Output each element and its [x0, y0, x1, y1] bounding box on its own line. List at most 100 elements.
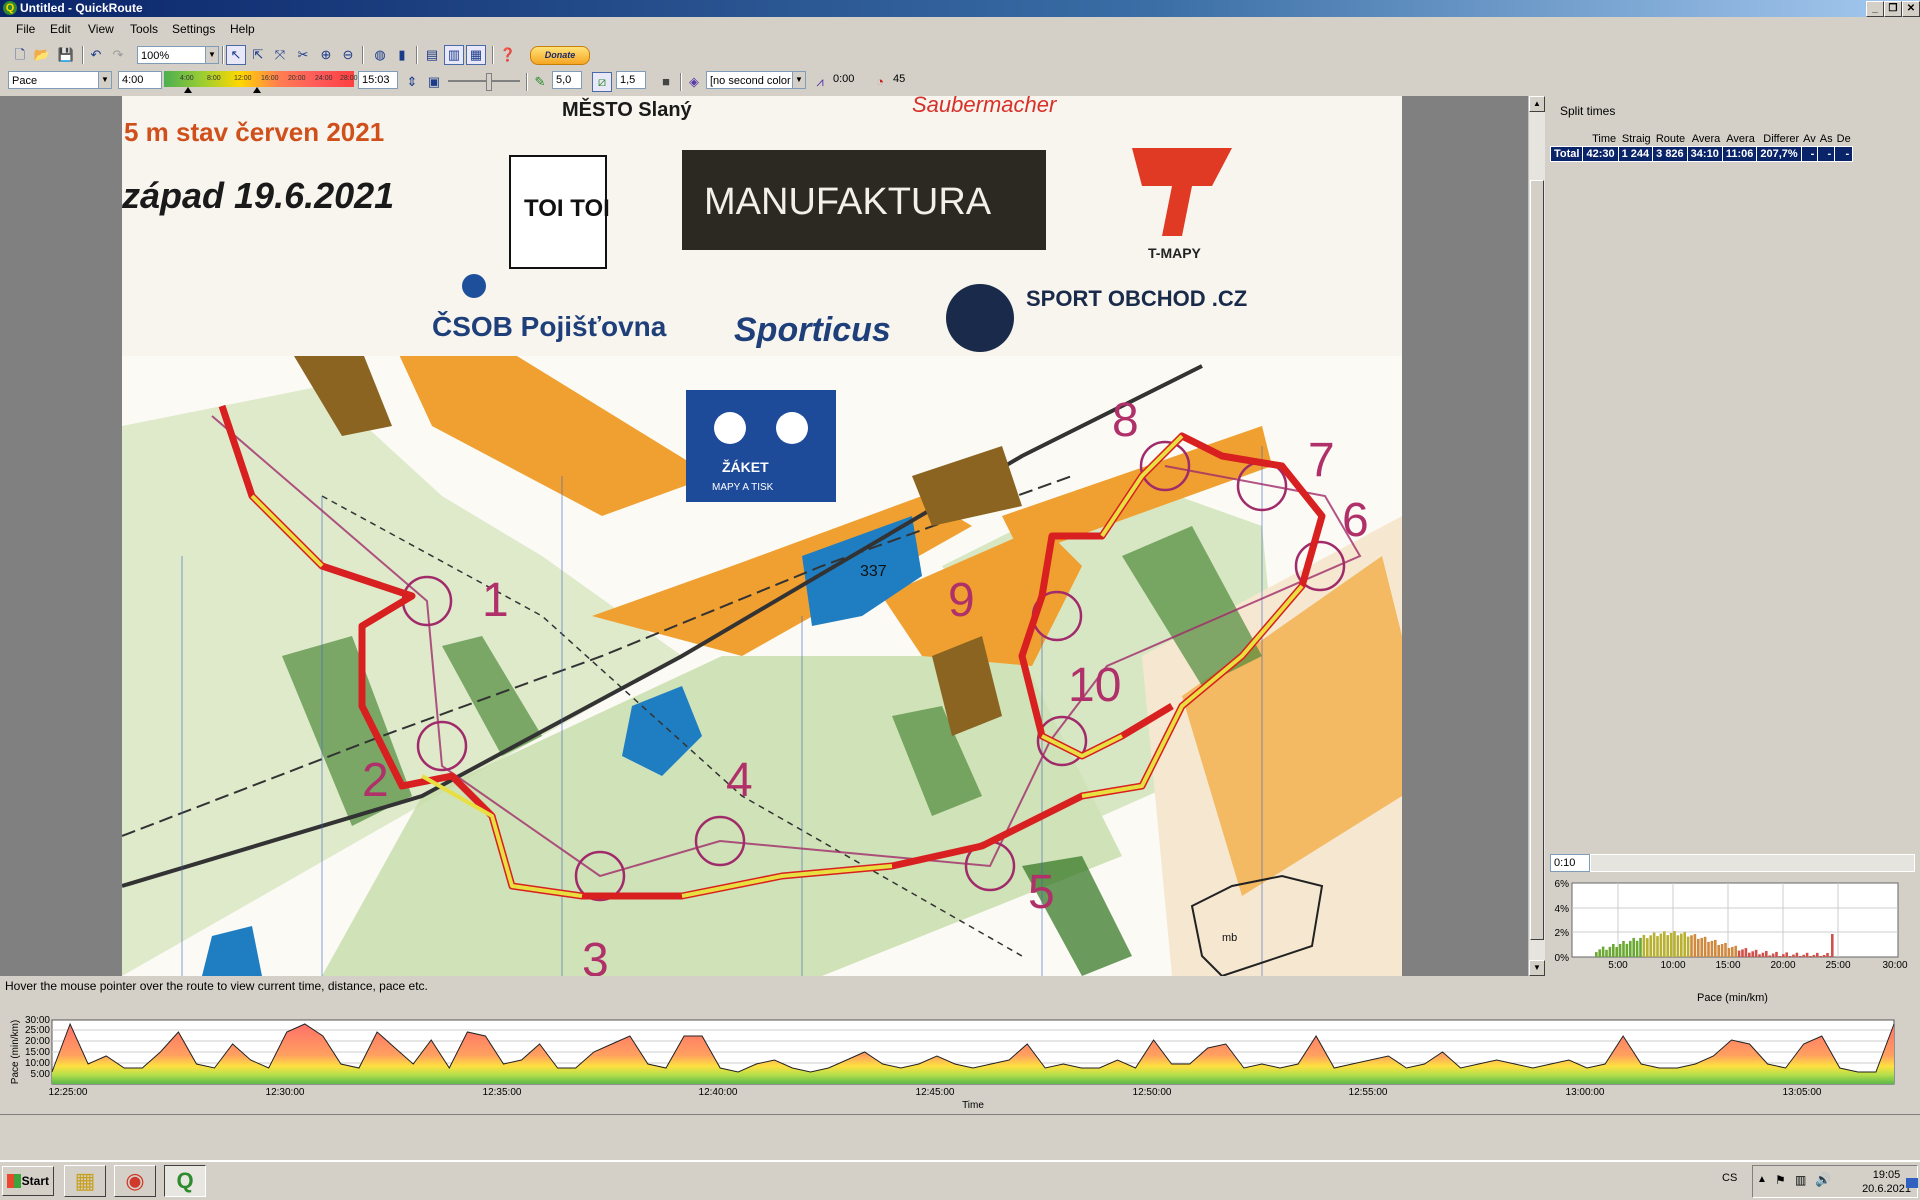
menu-view[interactable]: View [88, 22, 114, 36]
color-range-end-input[interactable]: 15:03 [358, 71, 398, 89]
zoom-select[interactable]: 100% ▼ [137, 46, 219, 64]
sponsor-toitoi-logo: TOI TOI [509, 155, 610, 269]
language-indicator[interactable]: CS [1722, 1172, 1737, 1184]
table-cell[interactable]: - [1834, 146, 1854, 162]
menu-settings[interactable]: Settings [172, 22, 215, 36]
color-range-start-input[interactable]: 4:00 [118, 71, 162, 89]
column-header[interactable]: Route [1653, 132, 1688, 147]
clock-time: 19:05 [1872, 1169, 1901, 1181]
table-cell[interactable]: 34:10 [1686, 146, 1723, 162]
column-header[interactable]: Straig [1618, 132, 1653, 147]
column-header[interactable]: Avera [1722, 132, 1757, 147]
circle-time-radius-input[interactable]: 45 [890, 71, 930, 89]
table-row[interactable]: Total 42:30 1 244 3 826 34:10 11:06 207,… [1549, 146, 1854, 162]
second-color-select[interactable]: [no second color ▼ [706, 71, 806, 89]
save-icon[interactable]: 💾 [56, 45, 76, 65]
tray-expand-icon[interactable]: ▲ [1757, 1174, 1767, 1185]
show-desktop-icon[interactable] [1906, 1178, 1918, 1188]
graph-y-tick: 15:00 [25, 1047, 50, 1058]
zoom-to-route-icon[interactable]: ⤧ [270, 45, 290, 65]
column-header[interactable]: De [1835, 132, 1853, 147]
zoom-out-icon[interactable]: ⊖ [338, 45, 358, 65]
zoom-in-icon[interactable]: ⊕ [316, 45, 336, 65]
undo-icon[interactable]: ↶ [86, 45, 106, 65]
color-coding-attribute-select[interactable]: Pace ▼ [8, 71, 112, 89]
scroll-up-arrow-icon[interactable]: ▲ [1529, 96, 1545, 112]
route-line-width-input[interactable]: 5,0 [552, 71, 582, 89]
column-header[interactable]: Time [1583, 132, 1618, 147]
mask-width-input[interactable]: 1,5 [616, 71, 646, 89]
graph-x-tick: 12:35:00 [483, 1087, 522, 1098]
adjust-route-icon[interactable]: ⇱ [248, 45, 268, 65]
laps-icon[interactable]: ▮ [392, 45, 412, 65]
split-panel-icon[interactable]: ▥ [444, 45, 464, 65]
graph-panel-icon[interactable]: ▦ [466, 45, 486, 65]
open-folder-icon[interactable]: 📂 [32, 45, 52, 65]
quickroute-taskbar-icon[interactable]: Q [164, 1165, 206, 1197]
help-icon[interactable]: ❓ [498, 45, 518, 65]
table-cell[interactable]: - [1817, 146, 1836, 162]
table-cell[interactable]: 1 244 [1617, 146, 1654, 162]
menu-tools[interactable]: Tools [130, 22, 158, 36]
color-range-auto-icon[interactable]: ⇕ [402, 72, 422, 92]
column-header[interactable]: As [1818, 132, 1835, 147]
minimize-button[interactable]: _ [1866, 1, 1884, 17]
table-cell[interactable]: - [1800, 146, 1819, 162]
range-end-marker[interactable] [253, 87, 261, 93]
action-center-flag-icon[interactable]: ⚑ [1775, 1173, 1786, 1187]
pointer-tool-icon[interactable]: ↖ [226, 45, 246, 65]
histogram-bin-width-input[interactable]: 0:10 [1550, 854, 1590, 872]
color-range-scale[interactable]: 4:00 8:00 12:00 16:00 20:00 24:00 28:00 [164, 71, 358, 87]
start-label: Start [21, 1174, 49, 1188]
pace-time-graph-panel[interactable]: 30:00 25:00 20:00 15:00 10:00 5:00 Pace … [0, 998, 1920, 1114]
chrome-icon[interactable]: ◉ [114, 1165, 156, 1197]
menu-edit[interactable]: Edit [50, 22, 71, 36]
sponsor-tmapy-text: T-MAPY [1148, 245, 1202, 261]
menu-help[interactable]: Help [230, 22, 255, 36]
range-start-marker[interactable] [184, 87, 192, 93]
map-vertical-scrollbar[interactable]: ▲ ▼ [1528, 96, 1546, 976]
column-header[interactable]: Avera [1687, 132, 1722, 147]
network-icon[interactable]: ▥ [1795, 1173, 1806, 1187]
column-header[interactable] [1551, 132, 1583, 147]
clock[interactable]: 19:05 20.6.2021 [1862, 1168, 1911, 1196]
scroll-down-arrow-icon[interactable]: ▼ [1529, 960, 1545, 976]
orienteering-map[interactable]: 5 m stav červen 2021 západ 19.6.2021 MĚS… [122, 96, 1402, 976]
column-header[interactable]: Differer [1757, 132, 1801, 147]
redo-icon[interactable]: ↷ [108, 45, 128, 65]
histogram-bar [1761, 952, 1765, 957]
globe-icon[interactable]: ◍ [370, 45, 390, 65]
mask-toggle-icon[interactable]: ⧄ [592, 72, 612, 92]
mask-color-icon[interactable]: ■ [656, 72, 676, 92]
map-view[interactable]: 5 m stav červen 2021 západ 19.6.2021 MĚS… [0, 96, 1528, 976]
histogram-scroll-track[interactable] [1590, 854, 1915, 872]
table-cell[interactable]: 11:06 [1721, 146, 1758, 162]
pace-time-graph[interactable]: 30:00 25:00 20:00 15:00 10:00 5:00 Pace … [0, 998, 1920, 1114]
donate-button[interactable]: Donate [530, 46, 590, 65]
menu-file[interactable]: File [16, 22, 35, 36]
histogram-bar [1707, 941, 1710, 957]
slider-thumb[interactable] [486, 73, 492, 91]
restore-button[interactable]: ❐ [1884, 1, 1902, 17]
scroll-thumb[interactable] [1530, 180, 1544, 940]
pace-histogram: 6% 4% 2% 0% 5:00 10:00 15:00 20:00 25:00… [1555, 879, 1908, 971]
control-number: 10 [1068, 659, 1121, 712]
slider-track[interactable] [448, 80, 520, 82]
color-range-fit-icon[interactable]: ▣ [424, 72, 444, 92]
graph-y-tick: 25:00 [25, 1025, 50, 1036]
column-header[interactable]: Av [1801, 132, 1818, 147]
start-button[interactable]: Start [2, 1166, 54, 1196]
cut-icon[interactable]: ✂ [293, 45, 313, 65]
sponsor-sporticus-text: Sporticus [734, 311, 891, 349]
new-file-icon[interactable]: 🗋 [10, 45, 30, 65]
file-explorer-icon[interactable]: ▦ [64, 1165, 106, 1197]
table-cell[interactable]: 3 826 [1652, 146, 1688, 162]
table-cell[interactable]: 207,7% [1756, 146, 1802, 162]
volume-icon[interactable]: 🔊 [1815, 1172, 1831, 1188]
table-cell[interactable]: Total [1549, 146, 1584, 162]
close-button[interactable]: ✕ [1902, 1, 1920, 17]
table-cell[interactable]: 42:30 [1582, 146, 1619, 162]
smoothing-input[interactable]: 0:00 [830, 71, 874, 89]
split-times-table[interactable]: Time Straig Route Avera Avera Differer A… [1549, 132, 1854, 162]
right-panel-icon[interactable]: ▤ [422, 45, 442, 65]
